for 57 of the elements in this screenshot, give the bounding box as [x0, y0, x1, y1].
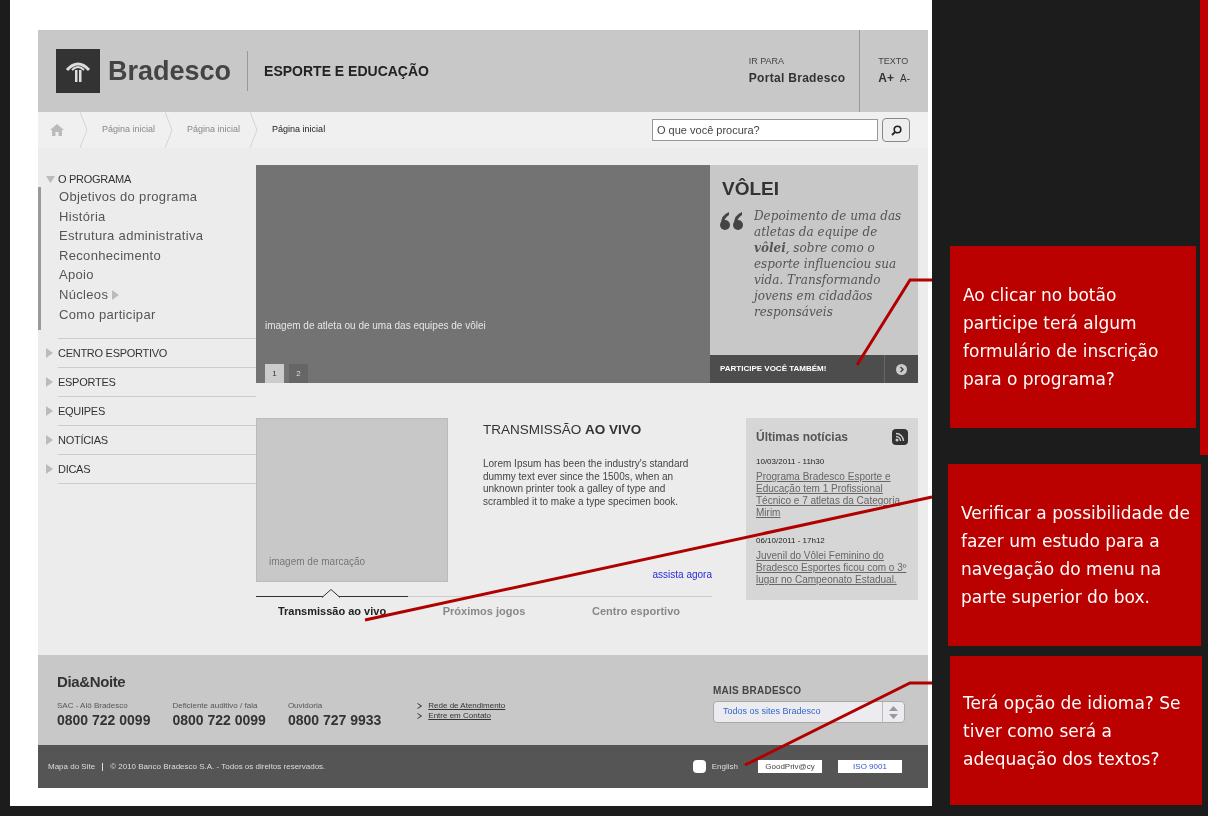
annotation-text: Verificar a possibilidade de fazer um estudo para a navegação do menu na parte superior do box. — [961, 502, 1191, 609]
carousel-page-button[interactable]: 2 — [289, 364, 308, 383]
watch-now-link[interactable]: assista agora — [652, 567, 712, 582]
phone-number: 0800 722 0099 — [57, 711, 151, 728]
submenu-item[interactable]: Como participar — [59, 304, 156, 325]
logo-text: Bradesco — [108, 54, 232, 88]
section-title: ESPORTE E EDUCAÇÃO — [264, 61, 429, 81]
footer-brand: Dia&Noite — [57, 672, 127, 692]
news-title: Últimas notícias — [756, 428, 849, 446]
goto-label: IR PARA — [748, 55, 786, 69]
menu-item[interactable]: CENTRO ESPORTIVO — [58, 344, 168, 362]
certification-badge: ISO 9001 — [838, 760, 902, 773]
menu-item[interactable]: DICAS — [58, 460, 91, 478]
checkbox-label: English — [711, 760, 738, 773]
menu-item[interactable]: ESPORTES — [58, 373, 116, 391]
increase-text-button[interactable]: A+ — [878, 68, 894, 87]
search-field[interactable]: O que você procura? — [652, 119, 878, 141]
tab[interactable]: Transmissão ao vivo — [256, 596, 408, 626]
menu-item[interactable]: EQUIPES — [58, 402, 105, 420]
submenu-item[interactable]: Objetivos do programa — [59, 187, 198, 207]
breadcrumb-link[interactable]: Página inicial — [272, 123, 326, 137]
phone-number: 0800 727 9933 — [287, 711, 382, 728]
more-sites-label: MAIS BRADESCO — [713, 684, 803, 698]
contact-label: Ouvidoria — [287, 699, 324, 712]
annotation-text: Terá opção de idioma? Se tiver como será a adequação dos textos? — [963, 691, 1182, 771]
panel-title: VÔLEI — [721, 177, 780, 201]
footer-link[interactable]: Rede de Atendimento — [428, 701, 506, 711]
submenu-item[interactable]: Núcleos — [59, 285, 109, 305]
portal-link[interactable]: Portal Bradesco — [748, 68, 846, 87]
contact-label: SAC - Alô Bradesco — [57, 699, 129, 712]
news-link[interactable]: Juvenil do Vôlei Feminino do Bradesco Esportes ficou com o 3º lugar no Campeonato Estadual. — [756, 550, 908, 586]
copyright-text: © 2010 Banco Bradesco S.A. - Todos os direitos reservados. — [110, 760, 326, 773]
image-caption: imagem de marcação — [269, 555, 366, 569]
menu-item[interactable]: NOTÍCIAS — [58, 431, 108, 449]
participate-button[interactable]: PARTICIPE VOCÊ TAMBÉM! — [710, 355, 918, 383]
annotation-text: Ao clicar no botão participe terá algum formulário de inscrição para o programa? — [963, 284, 1160, 391]
menu-item[interactable]: O PROGRAMA — [58, 170, 132, 188]
submenu-item[interactable]: Reconhecimento — [59, 245, 162, 266]
submenu-item[interactable]: História — [59, 206, 106, 227]
carousel-page-button[interactable]: 1 — [265, 364, 284, 383]
section-heading: TRANSMISSÃO AO VIVO — [483, 421, 643, 439]
phone-number: 0800 722 0099 — [172, 711, 266, 728]
site-map-link[interactable]: Mapa do Site — [48, 760, 96, 773]
image-caption: imagem de atleta ou de uma das equipes de vôlei — [265, 320, 487, 332]
submenu-item[interactable]: Estrutura administrativa — [59, 226, 204, 246]
news-date: 10/03/2011 - 11h30 — [756, 456, 826, 468]
footer-link[interactable]: Entre em Contato — [428, 711, 491, 721]
certification-badge: GoodPriv@cy — [758, 760, 822, 773]
description-text: Lorem Ipsum has been the industry's standard dummy text ever since the 1500s, when an unknown printer took a galley of type and scrambled it to make a type specimen book. — [483, 458, 690, 509]
sites-dropdown[interactable]: Todos os sites Bradesco — [713, 701, 905, 723]
text-size-label: TEXTO — [878, 55, 910, 69]
testimonial-quote: Depoimento de uma das atletas da equipe de vôlei, sobre como o esporte influenciou sua vida. Transformando jovens em cidadãos responsáveis — [754, 207, 903, 320]
news-link[interactable]: Programa Bradesco Esporte e Educação tem 1 Profissional Técnico e 7 atletas da Categoria Mirim — [756, 471, 908, 519]
contact-label: Deficiente auditivo / fala — [172, 699, 259, 712]
submenu-item[interactable]: Apoio — [59, 265, 94, 285]
decrease-text-button[interactable]: A- — [900, 70, 910, 86]
news-date: 06/10/2011 - 17h12 — [756, 535, 826, 547]
